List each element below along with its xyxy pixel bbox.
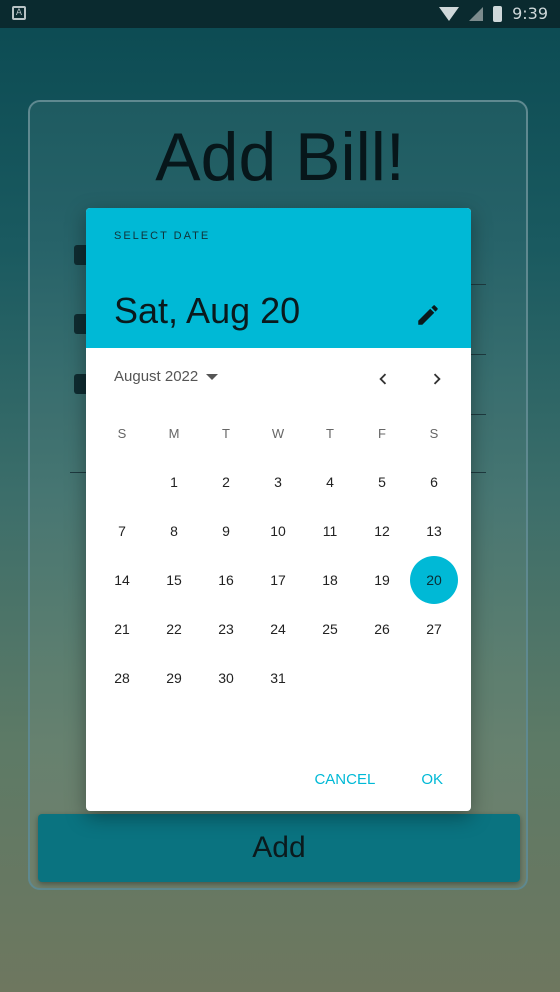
status-time: 9:39 [512,4,548,23]
calendar-day[interactable]: 17 [254,556,302,604]
status-icons: 9:39 [439,4,548,23]
calendar-day[interactable]: 7 [98,507,146,555]
calendar-day[interactable]: 4 [306,458,354,506]
weekday-label: W [271,426,285,441]
calendar-day[interactable]: 18 [306,556,354,604]
calendar-day[interactable]: 2 [202,458,250,506]
calendar-day[interactable]: 30 [202,654,250,702]
calendar-day[interactable]: 10 [254,507,302,555]
calendar-day[interactable]: 26 [358,605,406,653]
dialog-actions: CANCEL OK [314,771,443,788]
calendar-day[interactable]: 6 [410,458,458,506]
field-underline [470,284,486,285]
selected-date-text: Sat, Aug 20 [114,290,301,331]
calendar-day[interactable]: 21 [98,605,146,653]
battery-icon [493,5,503,22]
weekday-label: T [222,426,230,441]
page-title: Add Bill! [155,119,405,195]
weekday-label: T [326,426,334,441]
calendar-day[interactable]: 16 [202,556,250,604]
calendar-day[interactable]: 1 [150,458,198,506]
calendar-day[interactable]: 3 [254,458,302,506]
calendar-day[interactable]: 5 [358,458,406,506]
weekday-label: S [429,426,439,441]
next-month-button[interactable] [426,368,448,390]
calendar-day[interactable]: 22 [150,605,198,653]
edit-pencil-icon[interactable] [415,302,441,328]
add-button[interactable]: Add [38,814,520,882]
ok-button[interactable]: OK [421,771,443,788]
calendar-day[interactable]: 24 [254,605,302,653]
weekday-label: M [168,426,180,441]
field-underline [470,414,486,415]
select-date-label: SELECT DATE [114,230,211,242]
calendar-day[interactable]: 12 [358,507,406,555]
calendar-day[interactable]: 27 [410,605,458,653]
calendar-day[interactable]: 29 [150,654,198,702]
calendar-day[interactable]: 15 [150,556,198,604]
calendar-day[interactable]: 31 [254,654,302,702]
calendar-day-selected[interactable]: 20 [410,556,458,604]
month-year-selector[interactable]: August 2022 [114,368,219,385]
calendar-day[interactable]: 19 [358,556,406,604]
calendar-day[interactable]: 13 [410,507,458,555]
calendar-day[interactable]: 11 [306,507,354,555]
date-picker-header: SELECT DATE Sat, Aug 20 [86,208,471,348]
date-picker-dialog: SELECT DATE Sat, Aug 20 August 2022 S M … [86,208,471,811]
month-year-label: August 2022 [114,368,199,385]
signal-icon [469,6,484,21]
calendar-day[interactable]: 23 [202,605,250,653]
calendar-day[interactable]: 14 [98,556,146,604]
calendar-day[interactable]: 9 [202,507,250,555]
wifi-icon [439,6,460,21]
calendar-day[interactable]: 8 [150,507,198,555]
calendar-day[interactable]: 28 [98,654,146,702]
cancel-button[interactable]: CANCEL [314,771,375,788]
chevron-down-icon [206,373,219,380]
weekday-label: F [378,426,386,441]
weekday-label: S [117,426,127,441]
app-notification-icon: A [12,6,26,20]
status-bar: A 9:39 [0,0,560,28]
calendar-day[interactable]: 25 [306,605,354,653]
field-underline [470,354,486,355]
previous-month-button[interactable] [372,368,394,390]
